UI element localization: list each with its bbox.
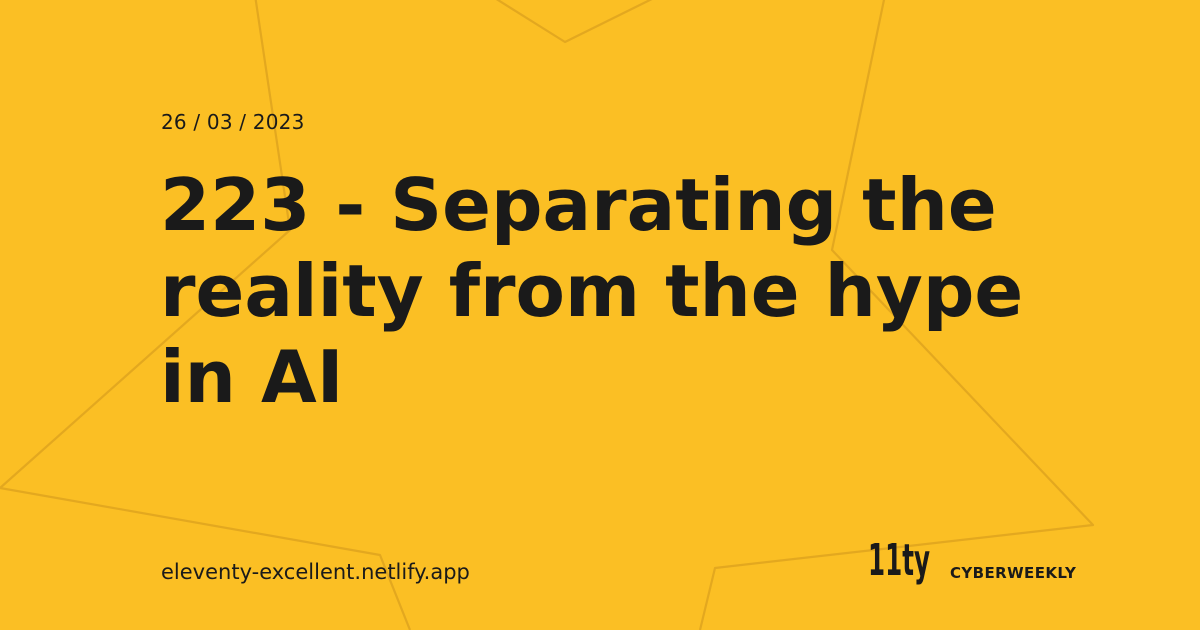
post-title: 223 - Separating the reality from the hy…: [160, 163, 1024, 419]
post-date: 26 / 03 / 2023: [161, 110, 305, 134]
brand-name: CYBERWEEKLY: [950, 564, 1077, 582]
eleventy-logo: 11ty: [868, 535, 930, 586]
eleventy-logo-text: 11ty: [868, 535, 930, 586]
site-url-link[interactable]: eleventy-excellent.netlify.app: [161, 560, 470, 584]
